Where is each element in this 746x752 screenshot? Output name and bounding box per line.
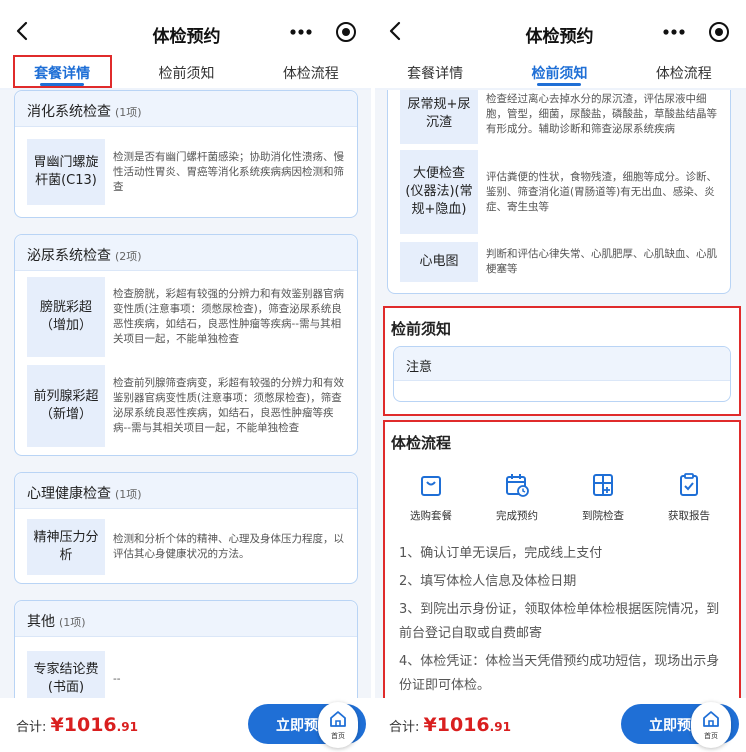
hospital-icon <box>593 474 613 496</box>
step-get-report: 获取报告 <box>649 472 729 523</box>
section-count: (1项) <box>59 616 86 629</box>
process-line: 1、确认订单无误后，完成线上支付 <box>399 546 603 561</box>
step-label: 选购套餐 <box>410 510 452 522</box>
package-content: 消化系统检查 (1项) 胃幽门螺旋杆菌(C13) 检测是否有幽门螺杆菌感染；协助消… <box>0 90 373 698</box>
total-price: 合计: ¥1016.91 <box>16 714 138 736</box>
header: 体检预约 <box>0 0 373 58</box>
section-card-mental-health: 心理健康检查 (1项) 精神压力分析 检测和分析个体的精神、心理及身体压力程度，以… <box>14 472 358 584</box>
target-icon[interactable] <box>335 21 357 43</box>
exam-item-desc: 检查经过离心去掉水分的尿沉渣，评估尿液中细胞，管型，细菌，尿酸盐，磷酸盐，草酸盐… <box>486 92 717 135</box>
process-line: 2、填写体检人信息及体检日期 <box>399 574 577 589</box>
page-title: 体检预约 <box>525 27 594 47</box>
step-label: 到院检查 <box>582 510 624 522</box>
bottom-bar: 合计: ¥1016.91 立即预约 首页 <box>373 698 746 752</box>
notice-card: 注意 <box>393 346 731 402</box>
bottom-bar: 合计: ¥1016.91 立即预约 首页 <box>0 698 373 752</box>
home-button[interactable]: 首页 <box>691 702 731 748</box>
price-integer: 1016 <box>63 714 117 736</box>
section-card-other: 其他 (1项) 专家结论费(书面) -- <box>14 600 358 698</box>
exam-item-name: 胃幽门螺旋杆菌(C13) <box>27 139 105 205</box>
step-select-package: 选购套餐 <box>391 472 471 523</box>
exam-item: 膀胱彩超（增加） 检查膀胱，彩超有较强的分辨力和有效鉴别器官病变性质(注意事项：… <box>27 277 347 357</box>
page-title: 体检预约 <box>152 27 221 47</box>
tab-exam-process[interactable]: 体检流程 <box>622 58 746 88</box>
total-label: 合计: <box>16 720 47 735</box>
tab-pre-exam-notice[interactable]: 检前须知 <box>124 58 248 88</box>
exam-item-name: 专家结论费(书面) <box>27 651 105 698</box>
exam-item-desc: -- <box>113 672 121 685</box>
step-label: 获取报告 <box>668 510 710 522</box>
tab-pre-exam-notice[interactable]: 检前须知 <box>497 58 621 88</box>
tab-bar: 套餐详情 检前须知 体检流程 <box>0 58 373 88</box>
more-icon[interactable] <box>661 22 687 42</box>
section-card-urinary: 泌尿系统检查 (2项) 膀胱彩超（增加） 检查膀胱，彩超有较强的分辨力和有效鉴别器… <box>14 234 358 456</box>
more-icon[interactable] <box>288 22 314 42</box>
exam-item: 前列腺彩超（新增） 检查前列腺筛查病变，彩超有较强的分辨力和有效鉴别器官病变性质… <box>27 365 347 447</box>
pre-exam-notice-section: 检前须知 注意 <box>383 306 741 416</box>
left-screen: 体检预约 套餐详情 检前须知 体检流程 消化系统检查 (1项) 胃幽门螺旋杆菌(C… <box>0 0 373 752</box>
process-line: 4、体检凭证：体检当天凭借预约成功短信，现场出示身份证即可体检。 <box>399 654 720 693</box>
tab-bar: 套餐详情 检前须知 体检流程 <box>373 58 746 88</box>
exam-item: 尿常规+尿沉渣 检查经过离心去掉水分的尿沉渣，评估尿液中细胞，管型，细菌，尿酸盐… <box>400 90 720 144</box>
right-screen: 体检预约 套餐详情 检前须知 体检流程 尿常规+尿沉渣 检查经过离心去掉水分的尿… <box>373 0 746 752</box>
exam-item-name: 尿常规+尿沉渣 <box>400 90 478 144</box>
exam-item-name: 前列腺彩超（新增） <box>27 365 105 447</box>
home-button[interactable]: 首页 <box>318 702 358 748</box>
price-currency: ¥ <box>423 714 437 736</box>
exam-item-desc: 检测是否有幽门螺杆菌感染；协助消化性溃疡、慢性活动性胃炎、胃癌等消化系统疾病病因… <box>113 150 344 193</box>
exam-item-name: 精神压力分析 <box>27 519 105 575</box>
price-decimal: .91 <box>489 720 511 734</box>
process-line: 3、到院出示身份证，领取体检单体检根据医院情况，到前台登记自取或自费邮寄 <box>399 602 720 641</box>
exam-process-section: 体检流程 选购套餐 完成预约 到院检查 获取报告 1、确认订单无误后，完成线上支… <box>383 420 741 698</box>
price-integer: 1016 <box>436 714 490 736</box>
tab-exam-process[interactable]: 体检流程 <box>249 58 373 88</box>
header: 体检预约 <box>373 0 746 58</box>
exam-item: 胃幽门螺旋杆菌(C13) 检测是否有幽门螺杆菌感染；协助消化性溃疡、慢性活动性胃… <box>27 139 347 205</box>
section-count: (2项) <box>115 250 142 263</box>
bag-icon <box>421 476 441 496</box>
price-currency: ¥ <box>50 714 64 736</box>
scrolled-content: 尿常规+尿沉渣 检查经过离心去掉水分的尿沉渣，评估尿液中细胞，管型，细菌，尿酸盐… <box>373 90 746 698</box>
process-steps: 选购套餐 完成预约 到院检查 获取报告 <box>385 472 739 532</box>
price-decimal: .91 <box>116 720 138 734</box>
exam-item: 心电图 判断和评估心律失常、心肌肥厚、心肌缺血、心肌梗塞等 <box>400 242 720 282</box>
exam-item-desc: 检查前列腺筛查病变，彩超有较强的分辨力和有效鉴别器官病变性质(注意事项：须憋尿检… <box>113 377 344 434</box>
exam-item: 专家结论费(书面) -- <box>27 651 347 698</box>
exam-item-name: 膀胱彩超（增加） <box>27 277 105 357</box>
home-icon <box>330 711 346 727</box>
section-card-continued: 尿常规+尿沉渣 检查经过离心去掉水分的尿沉渣，评估尿液中细胞，管型，细菌，尿酸盐… <box>387 90 731 294</box>
section-count: (1项) <box>115 106 142 119</box>
section-card-digestive: 消化系统检查 (1项) 胃幽门螺旋杆菌(C13) 检测是否有幽门螺杆菌感染；协助消… <box>14 90 358 218</box>
exam-item: 精神压力分析 检测和分析个体的精神、心理及身体压力程度，以评估其心身健康状况的方… <box>27 519 347 575</box>
home-icon <box>703 711 719 727</box>
step-complete-booking: 完成预约 <box>477 472 557 523</box>
home-label: 首页 <box>331 732 345 740</box>
section-title: 心理健康检查 <box>27 486 111 502</box>
total-price: 合计: ¥1016.91 <box>389 714 511 736</box>
section-title: 检前须知 <box>391 320 452 338</box>
exam-item-name: 大便检查(仪器法)(常规+隐血) <box>400 150 478 234</box>
step-label: 完成预约 <box>496 510 538 522</box>
target-icon[interactable] <box>708 21 730 43</box>
section-title: 体检流程 <box>391 434 452 452</box>
exam-item-desc: 判断和评估心律失常、心肌肥厚、心肌缺血、心肌梗塞等 <box>486 248 717 275</box>
calendar-icon <box>506 474 529 497</box>
notice-label: 注意 <box>394 347 730 381</box>
divider <box>371 0 375 752</box>
total-label: 合计: <box>389 720 420 735</box>
exam-item: 大便检查(仪器法)(常规+隐血) 评估粪便的性状，食物残渣，细胞等成分。诊断、鉴… <box>400 150 720 234</box>
section-title: 消化系统检查 <box>27 104 111 120</box>
exam-item-desc: 检查膀胱，彩超有较强的分辨力和有效鉴别器官病变性质(注意事项：须憋尿检查)，筛查… <box>113 288 344 345</box>
step-hospital-exam: 到院检查 <box>563 472 643 523</box>
exam-item-name: 心电图 <box>400 242 478 282</box>
section-title: 其他 <box>27 614 55 630</box>
home-label: 首页 <box>704 732 718 740</box>
tab-package-details[interactable]: 套餐详情 <box>373 58 497 88</box>
section-title: 泌尿系统检查 <box>27 248 111 264</box>
tab-package-details[interactable]: 套餐详情 <box>0 58 124 88</box>
exam-item-desc: 检测和分析个体的精神、心理及身体压力程度，以评估其心身健康状况的方法。 <box>113 533 344 560</box>
report-icon <box>680 473 698 496</box>
section-count: (1项) <box>115 488 142 501</box>
exam-item-desc: 评估粪便的性状，食物残渣，细胞等成分。诊断、鉴别、筛查消化道(胃肠道等)有无出血… <box>486 170 717 213</box>
